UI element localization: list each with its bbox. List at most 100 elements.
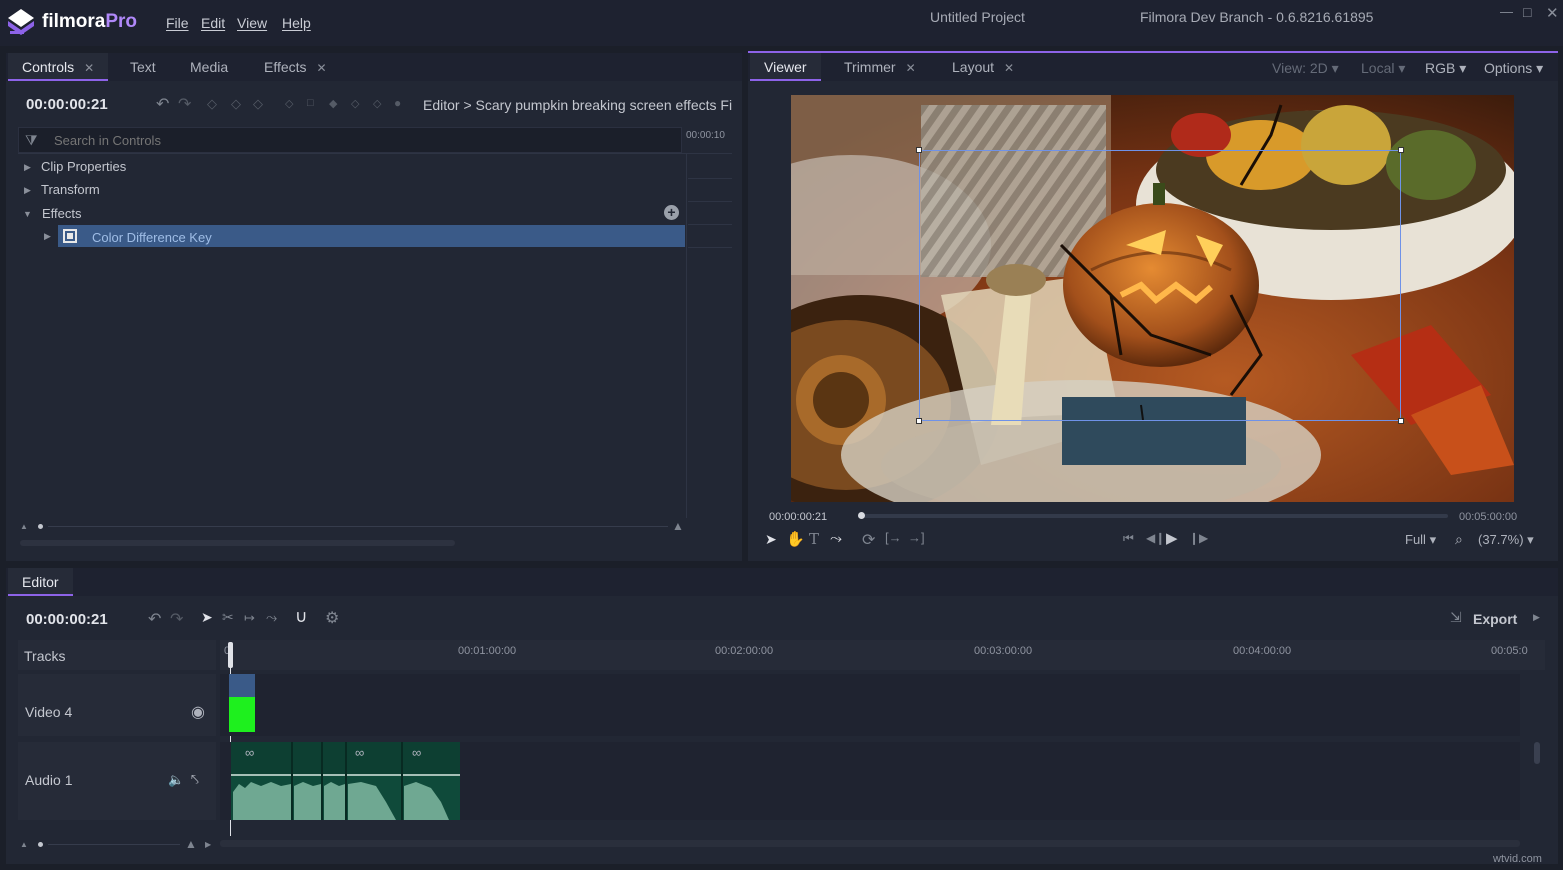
- zoom-dropdown[interactable]: (37.7%) ▾: [1478, 532, 1534, 548]
- timeline-zoom-track[interactable]: [48, 844, 180, 845]
- keyframe-easeout-icon[interactable]: ◇: [373, 97, 381, 110]
- keyframe-hold-icon[interactable]: □: [307, 97, 314, 109]
- keyframe-ease-icon[interactable]: ◆: [329, 97, 337, 110]
- channel-dropdown[interactable]: RGB ▾: [1425, 60, 1466, 77]
- transform-handle[interactable]: [916, 418, 922, 424]
- scroll-right-icon[interactable]: ▶: [205, 840, 211, 849]
- viewer-scrub-bar[interactable]: [858, 514, 1448, 518]
- viewer-canvas[interactable]: [791, 95, 1514, 502]
- viewer-playhead[interactable]: [858, 512, 865, 519]
- tab-viewer[interactable]: Viewer: [750, 53, 821, 81]
- transform-handle[interactable]: [916, 147, 922, 153]
- zoom-in-icon[interactable]: ▲: [672, 519, 684, 533]
- slip-tool-icon[interactable]: ↦: [244, 610, 255, 626]
- zoom-out-icon[interactable]: ▲: [20, 522, 28, 531]
- view-mode-dropdown[interactable]: View: 2D ▾: [1272, 60, 1339, 77]
- hand-tool-icon[interactable]: ✋: [786, 530, 805, 548]
- timeline-zoom-handle[interactable]: [38, 842, 43, 847]
- transform-handle[interactable]: [1398, 418, 1404, 424]
- close-tab-icon[interactable]: ✕: [1004, 61, 1014, 75]
- editor-timecode[interactable]: 00:00:00:21: [26, 611, 108, 628]
- link-icon[interactable]: ∞: [355, 745, 364, 760]
- video-clip[interactable]: [229, 697, 255, 732]
- redo-icon[interactable]: ↷: [178, 94, 191, 114]
- tree-transform[interactable]: Transform: [41, 179, 100, 201]
- zoom-out-icon[interactable]: ▲: [20, 840, 28, 849]
- tab-controls[interactable]: Controls✕: [8, 53, 108, 81]
- filter-icon[interactable]: ⧩: [25, 132, 38, 149]
- space-dropdown[interactable]: Local ▾: [1361, 60, 1405, 77]
- add-effect-icon[interactable]: +: [664, 205, 679, 220]
- link-icon[interactable]: ∞: [245, 745, 254, 760]
- undo-icon[interactable]: ↶: [148, 609, 161, 629]
- razor-tool-icon[interactable]: ✂: [222, 609, 234, 626]
- collapse-arrow-icon[interactable]: ▼: [23, 209, 32, 219]
- tab-trimmer[interactable]: Trimmer✕: [844, 53, 916, 81]
- redo-icon[interactable]: ↷: [170, 609, 183, 629]
- keyframe-add-icon[interactable]: ◇: [231, 96, 241, 112]
- undo-icon[interactable]: ↶: [156, 94, 169, 114]
- audio-clip[interactable]: [231, 742, 460, 820]
- controls-search-input[interactable]: [46, 129, 676, 151]
- transform-bounding-box[interactable]: [919, 150, 1401, 421]
- tab-layout[interactable]: Layout✕: [952, 53, 1014, 81]
- ripple-tool-icon[interactable]: ⤳: [266, 609, 277, 626]
- text-tool-icon[interactable]: T: [809, 530, 819, 548]
- expand-arrow-icon[interactable]: ▶: [44, 231, 51, 242]
- mark-out-icon[interactable]: →]: [908, 530, 925, 545]
- keyframe-linear-icon[interactable]: ◇: [285, 97, 293, 110]
- snap-magnet-icon[interactable]: ∪: [295, 607, 307, 627]
- expand-arrow-icon[interactable]: ▶: [24, 162, 31, 173]
- close-tab-icon[interactable]: ✕: [906, 61, 916, 75]
- link-icon[interactable]: ∞: [412, 745, 421, 760]
- mark-in-icon[interactable]: [→: [885, 530, 902, 545]
- timeline-playhead[interactable]: [228, 642, 233, 668]
- close-tab-icon[interactable]: ✕: [84, 61, 94, 75]
- zoom-in-icon[interactable]: ▲: [185, 837, 197, 851]
- play-icon[interactable]: ▶: [1166, 529, 1178, 547]
- tab-editor[interactable]: Editor: [8, 568, 73, 596]
- pen-tool-icon[interactable]: ⤳: [830, 530, 842, 547]
- close-tab-icon[interactable]: ✕: [317, 61, 327, 75]
- loop-icon[interactable]: ⟳: [862, 530, 875, 550]
- zoom-slider-handle[interactable]: [38, 524, 43, 529]
- settings-gear-icon[interactable]: ⚙: [325, 608, 339, 628]
- close-icon[interactable]: ✕: [1546, 4, 1559, 22]
- skip-start-icon[interactable]: ⏮: [1123, 531, 1134, 546]
- keyframe-record-icon[interactable]: ●: [394, 96, 401, 110]
- keyframe-next-icon[interactable]: ◇: [253, 96, 263, 112]
- export-button[interactable]: Export: [1473, 611, 1517, 627]
- export-arrow-icon[interactable]: ▶: [1533, 612, 1540, 623]
- quality-dropdown[interactable]: Full ▾: [1405, 532, 1436, 548]
- tab-effects[interactable]: Effects✕: [264, 53, 327, 81]
- timeline-ruler[interactable]: [220, 640, 1545, 670]
- zoom-slider-track[interactable]: [48, 526, 668, 527]
- audio-keyframe-icon[interactable]: ⤣: [191, 771, 199, 788]
- tree-effects[interactable]: Effects: [42, 203, 82, 225]
- select-tool-icon[interactable]: ➤: [765, 531, 777, 548]
- horizontal-scrollbar[interactable]: [20, 540, 455, 546]
- menu-edit[interactable]: Edit: [201, 15, 225, 31]
- keyframe-prev-icon[interactable]: ◇: [207, 96, 217, 112]
- speaker-icon[interactable]: 🔈: [168, 772, 184, 788]
- menu-help[interactable]: Help: [282, 15, 311, 31]
- effect-color-difference-key[interactable]: Color Difference Key: [92, 230, 212, 245]
- menu-file[interactable]: File: [166, 15, 189, 31]
- maximize-icon[interactable]: □: [1523, 4, 1531, 20]
- transform-handle[interactable]: [1398, 147, 1404, 153]
- step-back-icon[interactable]: ◀❙: [1146, 531, 1165, 545]
- video-clip-header[interactable]: [229, 674, 255, 697]
- vscroll-thumb[interactable]: [1534, 742, 1540, 764]
- tab-text[interactable]: Text: [130, 53, 156, 81]
- tree-clip-properties[interactable]: Clip Properties: [41, 156, 126, 178]
- keyframe-easein-icon[interactable]: ◇: [351, 97, 359, 110]
- tab-media[interactable]: Media: [190, 53, 228, 81]
- timeline-hscroll[interactable]: [220, 840, 1520, 847]
- effect-enable-checkbox[interactable]: [63, 229, 77, 243]
- selection-tool-icon[interactable]: ➤: [201, 609, 213, 626]
- options-dropdown[interactable]: Options ▾: [1484, 60, 1543, 77]
- controls-timecode[interactable]: 00:00:00:21: [26, 96, 108, 113]
- eye-icon[interactable]: ◉: [191, 702, 205, 722]
- zoom-icon[interactable]: ⌕: [1455, 531, 1463, 548]
- step-forward-icon[interactable]: ❙▶: [1189, 531, 1208, 545]
